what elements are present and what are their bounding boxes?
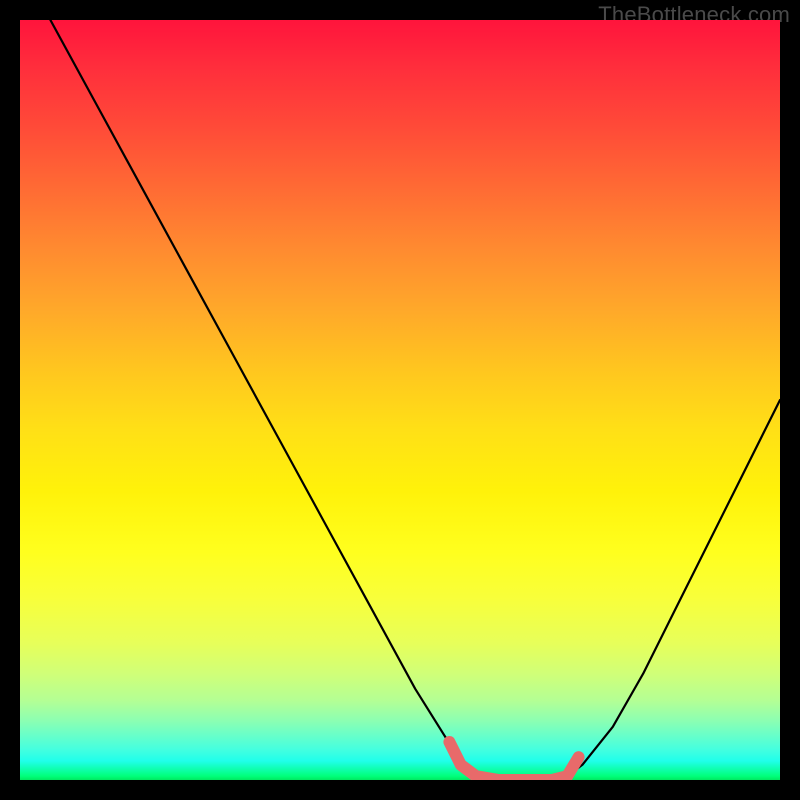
chart-container: TheBottleneck.com — [0, 0, 800, 800]
plot-area — [20, 20, 780, 780]
chart-svg — [20, 20, 780, 780]
optimal-range-highlight — [449, 742, 578, 780]
bottleneck-curve — [50, 20, 780, 780]
